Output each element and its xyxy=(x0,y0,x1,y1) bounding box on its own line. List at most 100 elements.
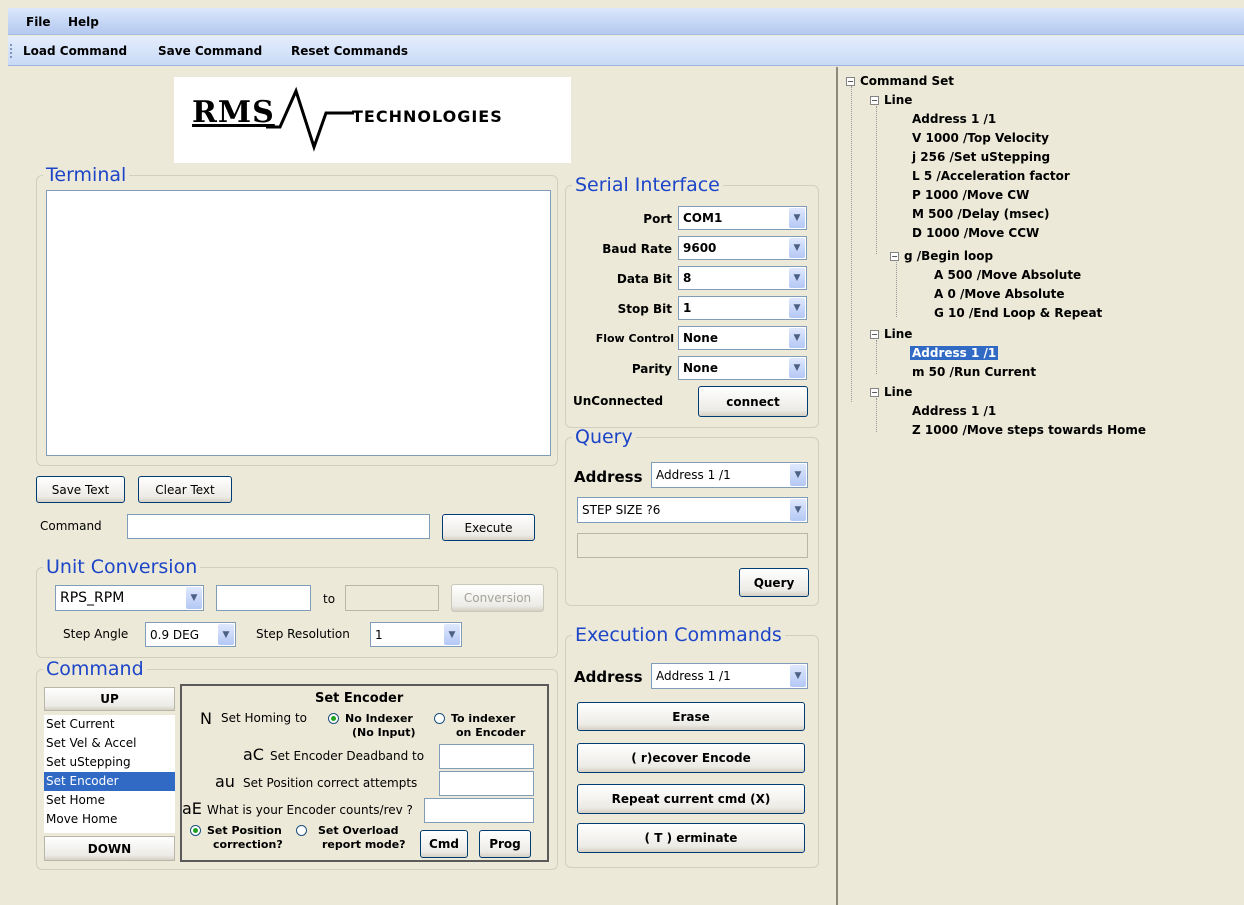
toolbar-grip[interactable] xyxy=(10,44,12,58)
command-input[interactable] xyxy=(127,514,430,539)
chevron-down-icon: ▼ xyxy=(790,464,806,486)
reset-commands-button[interactable]: Reset Commands xyxy=(291,44,408,58)
to-indexer-radio[interactable] xyxy=(434,711,445,725)
parity-select[interactable]: None ▼ xyxy=(678,356,807,380)
port-select[interactable]: COM1 ▼ xyxy=(678,206,807,230)
menu-file[interactable]: File xyxy=(26,15,51,29)
tree-item[interactable]: A 500 /Move Absolute xyxy=(934,266,1081,285)
command-down-button[interactable]: DOWN xyxy=(44,836,175,861)
list-item-selected[interactable]: Set Encoder xyxy=(44,772,175,791)
no-indexer-radio[interactable] xyxy=(328,711,339,725)
command-list[interactable]: Set Current Set Vel & Accel Set uSteppin… xyxy=(44,715,175,833)
tree-item[interactable]: Address 1 /1 xyxy=(912,110,996,129)
conversion-type-select[interactable]: RPS_RPM ▼ xyxy=(55,585,204,611)
tree-item[interactable]: Z 1000 /Move steps towards Home xyxy=(912,421,1146,440)
encoder-ae-code: aE xyxy=(182,799,202,818)
data-bit-value: 8 xyxy=(683,271,692,285)
parity-value: None xyxy=(683,361,718,375)
command-tree-panel xyxy=(836,67,1244,905)
command-up-button[interactable]: UP xyxy=(44,687,175,711)
step-angle-select[interactable]: 0.9 DEG ▼ xyxy=(145,622,236,647)
baud-rate-select[interactable]: 9600 ▼ xyxy=(678,236,807,260)
list-item[interactable]: Move Home xyxy=(44,810,175,829)
query-button[interactable]: Query xyxy=(739,568,809,597)
collapse-icon[interactable]: − xyxy=(890,252,899,261)
counts-per-rev-input[interactable] xyxy=(424,798,534,823)
step-angle-value: 0.9 DEG xyxy=(150,627,200,642)
terminal-output[interactable] xyxy=(46,190,551,456)
tree-item[interactable]: V 1000 /Top Velocity xyxy=(912,129,1049,148)
step-angle-label: Step Angle xyxy=(63,627,129,641)
tree-item[interactable]: D 1000 /Move CCW xyxy=(912,224,1039,243)
homing-label: Set Homing to xyxy=(221,711,307,725)
overload-report-label: Set Overload xyxy=(318,824,399,837)
clear-text-button[interactable]: Clear Text xyxy=(138,476,232,503)
deadband-label: Set Encoder Deadband to xyxy=(270,749,425,763)
execution-commands-title: Execution Commands xyxy=(575,624,782,646)
unit-conversion-title: Unit Conversion xyxy=(46,556,198,578)
list-item[interactable]: Set Current xyxy=(44,715,175,734)
encoder-au-code: au xyxy=(215,772,235,791)
stop-bit-value: 1 xyxy=(683,301,692,315)
collapse-icon[interactable]: − xyxy=(870,96,879,105)
tree-item[interactable]: M 500 /Delay (msec) xyxy=(912,205,1050,224)
collapse-icon[interactable]: − xyxy=(870,330,879,339)
execute-button[interactable]: Execute xyxy=(442,514,535,541)
overload-report-radio[interactable] xyxy=(296,823,307,837)
tree-item[interactable]: Address 1 /1 xyxy=(912,402,996,421)
save-text-button[interactable]: Save Text xyxy=(36,476,125,503)
tree-line-label: Line xyxy=(884,327,913,341)
connect-button[interactable]: connect xyxy=(698,386,808,417)
logo-rms-text: RMS xyxy=(192,95,275,130)
data-bit-select[interactable]: 8 ▼ xyxy=(678,266,807,290)
radio-icon xyxy=(434,713,445,724)
exec-address-select[interactable]: Address 1 /1 ▼ xyxy=(651,663,808,689)
menu-help[interactable]: Help xyxy=(68,15,99,29)
tree-item[interactable]: P 1000 /Move CW xyxy=(912,186,1029,205)
flow-control-label: Flow Control xyxy=(595,332,674,345)
save-command-button[interactable]: Save Command xyxy=(158,44,262,58)
stop-bit-select[interactable]: 1 ▼ xyxy=(678,296,807,320)
terminate-button[interactable]: ( T ) erminate xyxy=(577,823,805,853)
correct-attempts-label: Set Position correct attempts xyxy=(243,776,418,790)
load-command-button[interactable]: Load Command xyxy=(23,44,127,58)
tree-root[interactable]: − Command Set xyxy=(846,72,954,91)
flow-control-select[interactable]: None ▼ xyxy=(678,326,807,350)
connection-status: UnConnected xyxy=(573,394,664,408)
position-correction-label: Set Position xyxy=(207,824,282,837)
list-item[interactable]: Set Vel & Accel xyxy=(44,734,175,753)
query-command-select[interactable]: STEP SIZE ?6 ▼ xyxy=(577,497,808,523)
set-encoder-title: Set Encoder xyxy=(315,691,404,706)
baud-rate-label: Baud Rate xyxy=(602,242,672,256)
encoder-prog-button[interactable]: Prog xyxy=(479,830,531,858)
tree-item[interactable]: j 256 /Set uStepping xyxy=(912,148,1050,167)
tree-item-selected[interactable]: Address 1 /1 xyxy=(910,344,999,363)
position-correction-sublabel: correction? xyxy=(213,838,283,851)
tree-loop[interactable]: − g /Begin loop xyxy=(890,247,993,266)
tree-item[interactable]: A 0 /Move Absolute xyxy=(934,285,1065,304)
conversion-button[interactable]: Conversion xyxy=(451,584,544,612)
tree-item[interactable]: m 50 /Run Current xyxy=(912,363,1036,382)
query-address-select[interactable]: Address 1 /1 ▼ xyxy=(651,462,808,488)
collapse-icon[interactable]: − xyxy=(870,388,879,397)
chevron-down-icon: ▼ xyxy=(789,298,805,318)
step-resolution-select[interactable]: 1 ▼ xyxy=(370,622,462,647)
recover-encode-button[interactable]: ( r)ecover Encode xyxy=(577,743,805,773)
chevron-down-icon: ▼ xyxy=(186,587,202,609)
erase-button[interactable]: Erase xyxy=(577,702,805,731)
tree-line-label: Line xyxy=(884,385,913,399)
position-correction-radio[interactable] xyxy=(190,823,201,837)
encoder-cmd-button[interactable]: Cmd xyxy=(420,830,468,858)
tree-item[interactable]: G 10 /End Loop & Repeat xyxy=(934,304,1102,323)
repeat-cmd-button[interactable]: Repeat current cmd (X) xyxy=(577,784,805,814)
list-item[interactable]: Set uStepping xyxy=(44,753,175,772)
stop-bit-label: Stop Bit xyxy=(617,302,672,316)
collapse-icon[interactable]: − xyxy=(846,77,855,86)
conversion-from-input[interactable] xyxy=(216,585,311,611)
serial-interface-title: Serial Interface xyxy=(575,174,720,196)
deadband-input[interactable] xyxy=(439,744,534,769)
tree-item[interactable]: L 5 /Acceleration factor xyxy=(912,167,1070,186)
list-item[interactable]: Set Home xyxy=(44,791,175,810)
chevron-down-icon: ▼ xyxy=(789,208,805,228)
correct-attempts-input[interactable] xyxy=(439,771,534,796)
